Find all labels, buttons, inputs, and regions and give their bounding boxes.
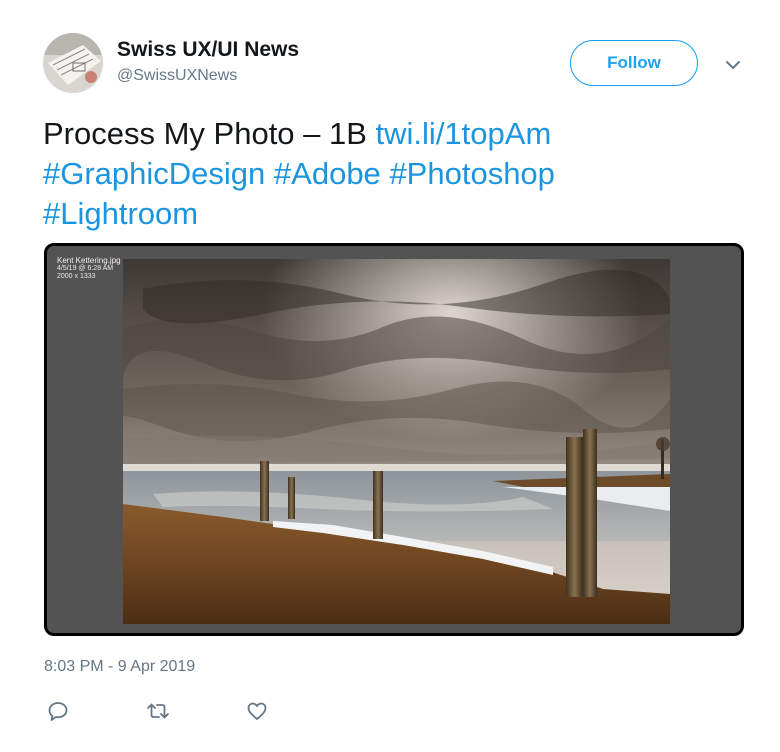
tweet-media[interactable]: Kent Kettering.jpg 4/5/19 @ 6:28 AM 2000…: [44, 243, 744, 636]
hashtag-graphicdesign[interactable]: #GraphicDesign: [43, 156, 265, 191]
hashtag-adobe[interactable]: #Adobe: [274, 156, 381, 191]
avatar-image: [43, 33, 103, 93]
chevron-down-icon[interactable]: [724, 58, 742, 72]
avatar[interactable]: [43, 33, 103, 93]
tweet-timestamp[interactable]: 8:03 PM - 9 Apr 2019: [44, 657, 195, 677]
hashtag-photoshop[interactable]: #Photoshop: [389, 156, 554, 191]
file-date: 4/5/19 @ 6:28 AM: [57, 265, 114, 272]
file-name: Kent Kettering.jpg: [57, 256, 121, 265]
author-handle[interactable]: @SwissUXNews: [117, 66, 237, 86]
file-info: Kent Kettering.jpg 4/5/19 @ 6:28 AM 2000…: [57, 256, 121, 281]
tweet-text: Process My Photo – 1B twi.li/1topAm #Grap…: [43, 114, 743, 234]
follow-button[interactable]: Follow: [570, 40, 698, 86]
retweet-icon[interactable]: [146, 700, 169, 722]
landscape-photo: [123, 259, 670, 624]
tweet-text-plain: Process My Photo – 1B: [43, 116, 376, 151]
heart-icon[interactable]: [246, 700, 268, 722]
author-name[interactable]: Swiss UX/UI News: [117, 38, 299, 62]
hashtag-lightroom[interactable]: #Lightroom: [43, 196, 198, 231]
file-dimensions: 2000 x 1333: [57, 273, 96, 280]
reply-icon[interactable]: [47, 700, 69, 722]
tweet-link[interactable]: twi.li/1topAm: [376, 116, 552, 151]
